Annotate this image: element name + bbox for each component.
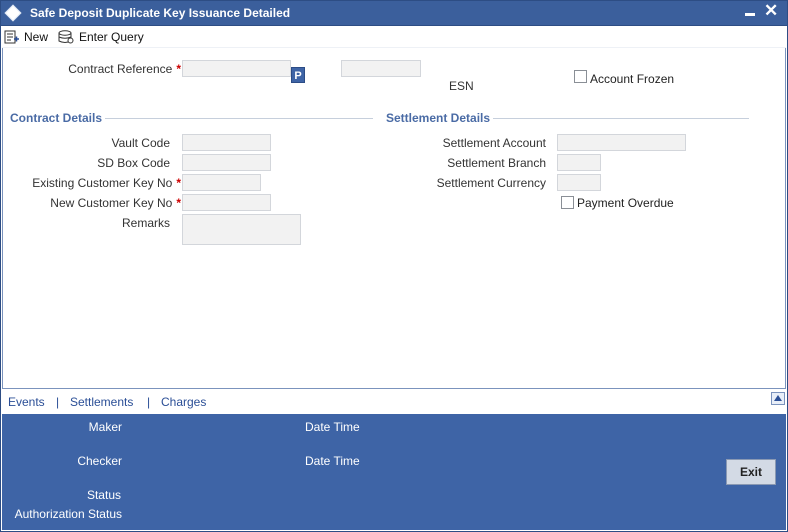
contract-reference-label: Contract Reference * <box>68 62 181 76</box>
main-form: Contract Reference * P ESN Account Frozen… <box>2 48 786 388</box>
settlement-branch-label: Settlement Branch <box>447 156 546 170</box>
required-marker: * <box>176 62 181 76</box>
tab-charges[interactable]: Charges <box>161 395 206 409</box>
contract-details-title: Contract Details <box>10 111 103 125</box>
new-customer-key-no-label: New Customer Key No * <box>50 196 181 210</box>
required-marker: * <box>176 196 181 210</box>
title-bar: Safe Deposit Duplicate Key Issuance Deta… <box>0 0 788 26</box>
checker-label: Checker <box>77 454 122 468</box>
enter-query-label: Enter Query <box>79 30 144 44</box>
new-customer-key-no-input[interactable] <box>182 194 271 211</box>
remarks-textarea[interactable] <box>182 214 301 245</box>
window-title: Safe Deposit Duplicate Key Issuance Deta… <box>30 6 291 20</box>
maker-label: Maker <box>88 420 122 434</box>
tab-bar: Events | Settlements | Charges <box>2 388 786 414</box>
contract-reference-input[interactable] <box>182 60 291 77</box>
status-label: Status <box>86 488 121 502</box>
exit-button[interactable]: Exit <box>726 459 776 485</box>
settlement-currency-input[interactable] <box>557 174 601 191</box>
settlement-details-title: Settlement Details <box>386 111 491 125</box>
toolbar: New Enter Query <box>2 26 786 48</box>
settlement-currency-label: Settlement Currency <box>436 176 546 190</box>
payment-overdue-label: Payment Overdue <box>577 196 674 210</box>
esn-label: ESN <box>449 79 474 93</box>
tab-events[interactable]: Events <box>8 395 45 409</box>
pick-button[interactable]: P <box>291 67 305 83</box>
authorization-status-label: Authorization Status <box>14 507 122 521</box>
tab-settlements[interactable]: Settlements <box>70 395 133 409</box>
sd-box-code-label: SD Box Code <box>97 156 170 170</box>
tab-separator: | <box>147 395 151 409</box>
settlement-account-input[interactable] <box>557 134 686 151</box>
payment-overdue-checkbox[interactable] <box>561 196 574 209</box>
audit-footer: Maker Date Time Checker Date Time Status… <box>2 414 786 530</box>
vault-code-input[interactable] <box>182 134 271 151</box>
checker-date-time-label: Date Time <box>305 454 360 468</box>
tab-separator: | <box>56 395 60 409</box>
collapse-up-icon[interactable] <box>771 392 785 405</box>
vault-code-label: Vault Code <box>111 136 170 150</box>
settlement-branch-input[interactable] <box>557 154 601 171</box>
required-marker: * <box>176 176 181 190</box>
window-diamond-icon <box>4 4 22 22</box>
new-document-icon <box>4 30 19 43</box>
close-icon[interactable]: ✕ <box>764 2 778 20</box>
enter-query-button[interactable]: Enter Query <box>58 28 144 46</box>
new-button[interactable]: New <box>4 28 48 46</box>
new-button-label: New <box>24 30 49 44</box>
existing-customer-key-no-input[interactable] <box>182 174 261 191</box>
remarks-label: Remarks <box>121 216 170 230</box>
query-database-icon <box>58 29 74 43</box>
settlement-account-label: Settlement Account <box>442 136 546 150</box>
esn-input[interactable] <box>341 60 421 77</box>
minimize-icon[interactable] <box>745 13 755 16</box>
account-frozen-checkbox[interactable] <box>574 70 587 83</box>
sd-box-code-input[interactable] <box>182 154 271 171</box>
account-frozen-label: Account Frozen <box>590 72 675 86</box>
settlement-details-divider <box>493 118 749 119</box>
maker-date-time-label: Date Time <box>305 420 360 434</box>
existing-customer-key-no-label: Existing Customer Key No * <box>32 176 181 190</box>
contract-details-divider <box>105 118 373 119</box>
